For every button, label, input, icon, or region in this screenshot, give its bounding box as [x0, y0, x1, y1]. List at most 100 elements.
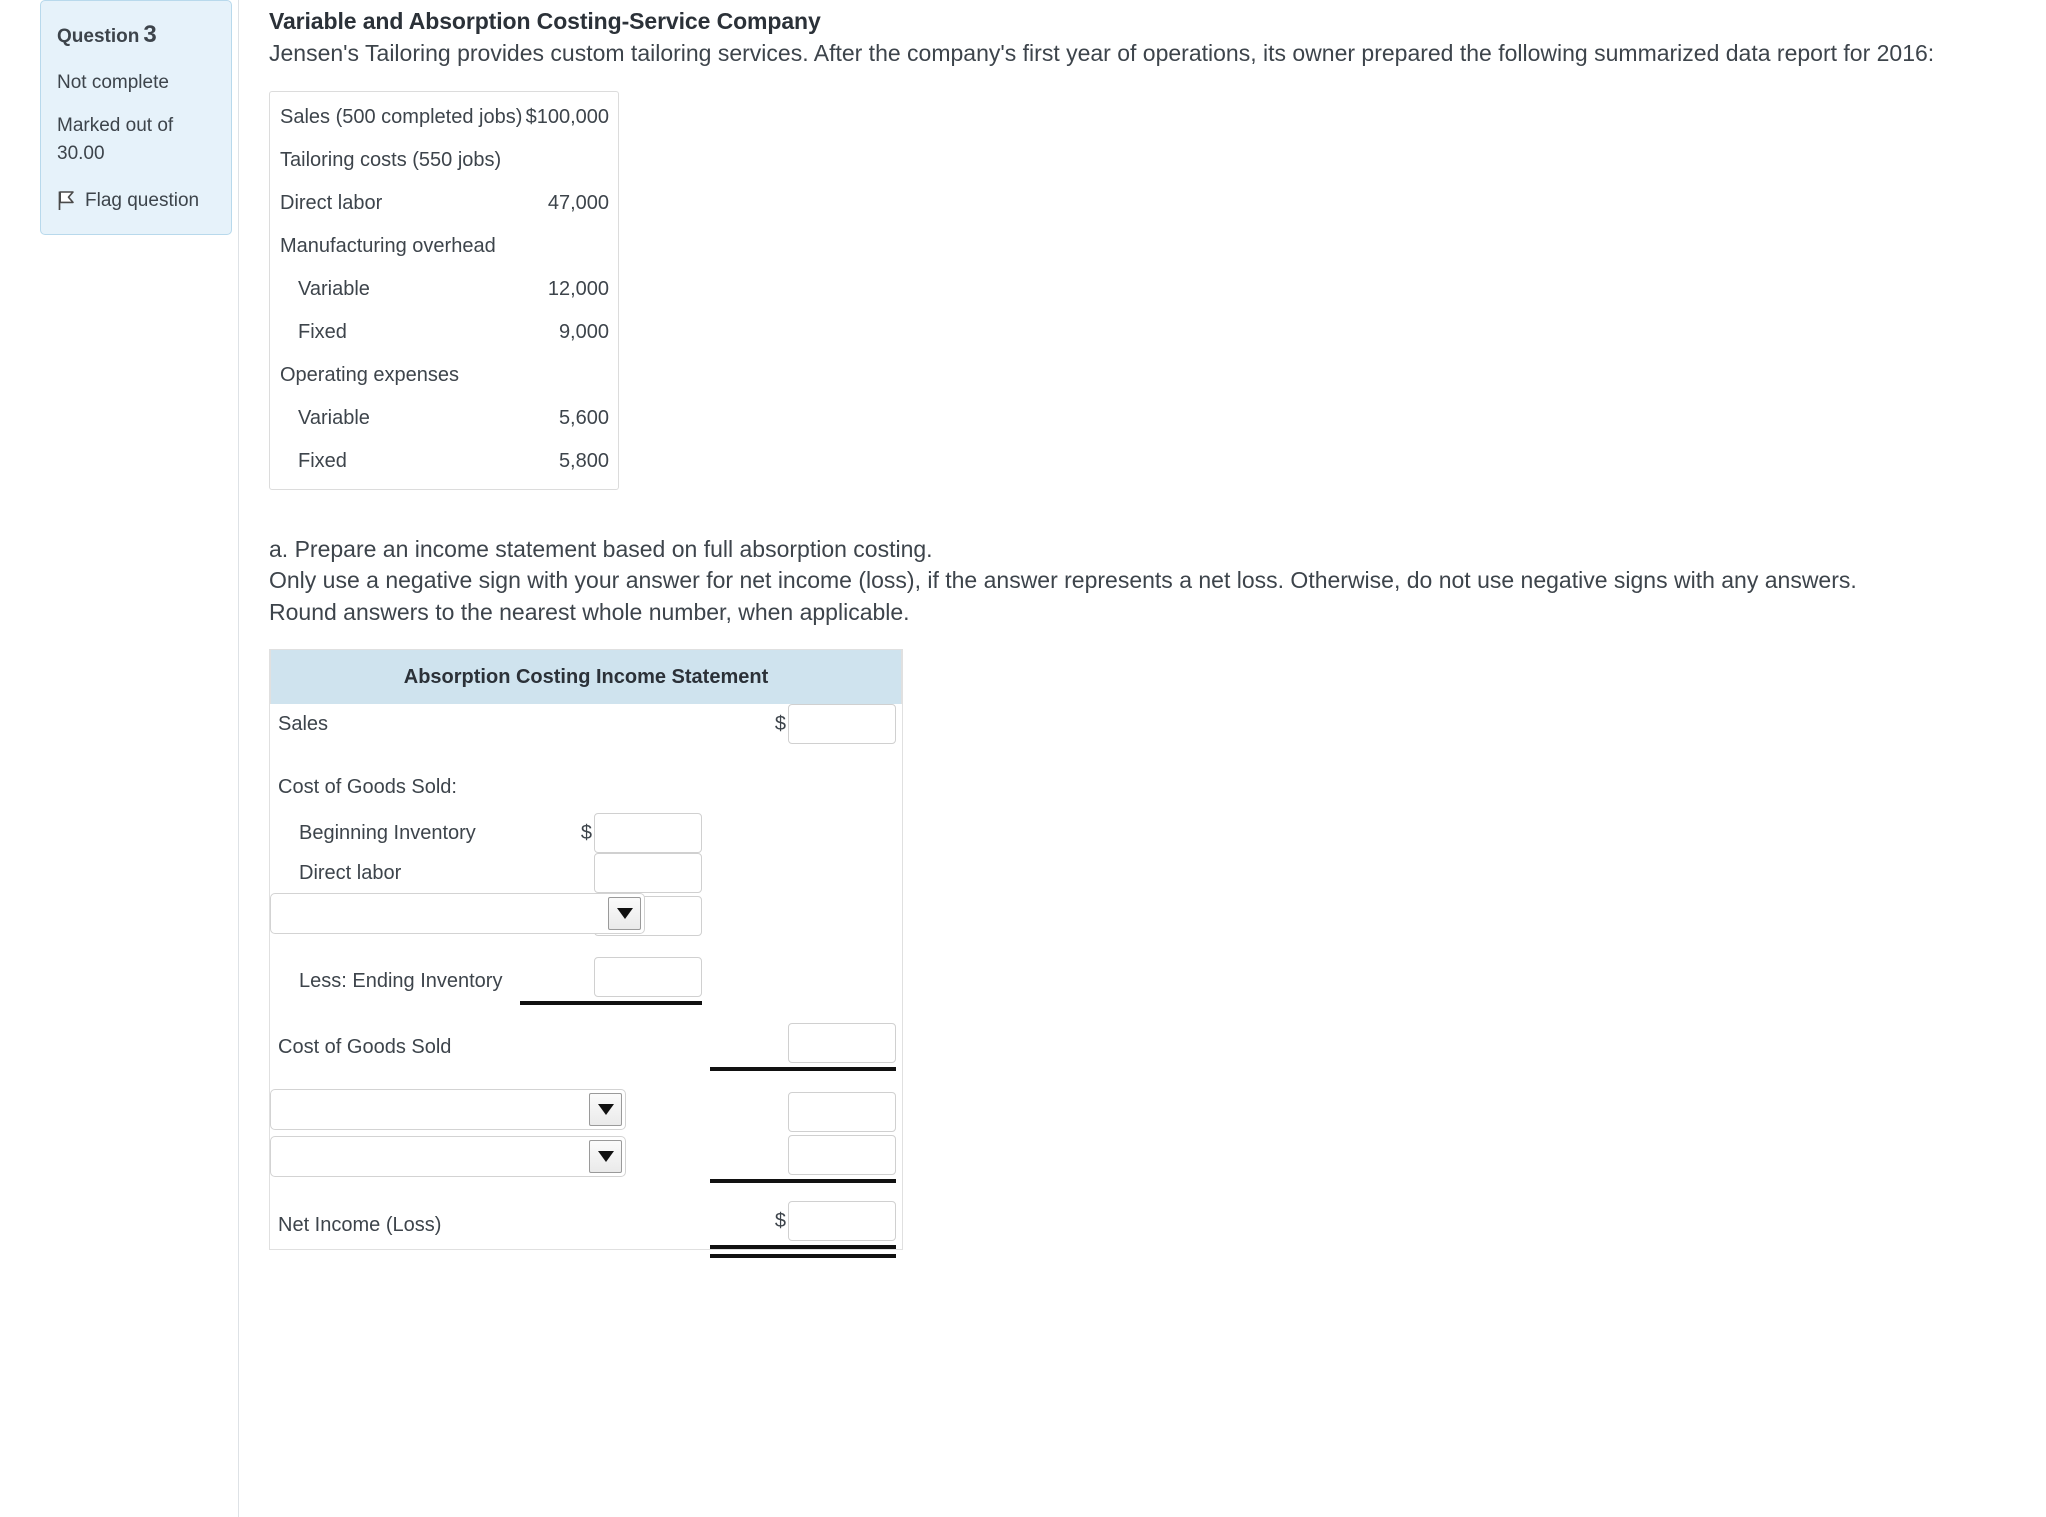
table-row: Variable 12,000 — [270, 268, 618, 311]
right-spacer-cell — [710, 853, 904, 893]
data-report-label: Fixed — [298, 320, 347, 343]
statement-row-label: Cost of Goods Sold: — [278, 776, 457, 798]
right-amount-cell — [710, 1135, 904, 1183]
flag-question-button[interactable]: Flag question — [57, 185, 215, 216]
right-answer-input[interactable] — [788, 704, 896, 744]
data-report-value — [522, 354, 618, 397]
data-report-value: 47,000 — [547, 191, 609, 214]
flag-question-label: Flag question — [85, 189, 200, 211]
statement-body: Sales $ Cost of Goods Sold: Beginning Inven… — [270, 704, 904, 1258]
part-a-instructions: a. Prepare an income statement based on … — [269, 534, 1969, 629]
table-row: Fixed 5,800 — [270, 440, 618, 483]
statement-row-label: Direct labor — [299, 861, 402, 884]
table-row: Sales (500 completed jobs) $100,000 — [270, 96, 618, 139]
right-answer-input[interactable] — [788, 1135, 896, 1175]
question-number: 3 — [143, 21, 157, 48]
line-item-dropdown[interactable] — [270, 1136, 626, 1177]
statement-row-label: Cost of Goods Sold — [278, 1035, 452, 1058]
statement-row: Sales $ — [270, 704, 904, 744]
question-marked-out-of: Marked out of 30.00 — [57, 114, 174, 165]
statement-row: Direct labor — [270, 853, 904, 893]
right-answer-input[interactable] — [788, 1201, 896, 1241]
part-a-line-3: Round answers to the nearest whole numbe… — [269, 598, 910, 625]
statement-header: Absorption Costing Income Statement — [270, 649, 902, 704]
data-report-label: Tailoring costs (550 jobs) — [280, 148, 502, 171]
mid-spacer-cell — [520, 1023, 710, 1071]
mid-answer-input[interactable] — [594, 853, 702, 893]
question-info-column: Question 3 Not complete Marked out of 30.… — [0, 0, 238, 236]
mid-amount-cell — [520, 853, 710, 893]
mid-answer-input[interactable] — [594, 813, 702, 853]
right-amount-cell: $ — [710, 1201, 904, 1258]
row-spacer-cell — [270, 939, 904, 957]
question-intro-paragraph: Jensen's Tailoring provides custom tailo… — [269, 40, 1935, 66]
mid-spacer-cell — [520, 704, 710, 744]
data-report-value — [522, 225, 618, 268]
mid-amount-cell — [520, 957, 710, 1005]
row-spacer-cell — [270, 744, 904, 762]
right-spacer-cell — [710, 957, 904, 1005]
question-title: Question 3 — [57, 15, 215, 55]
row-spacer — [270, 939, 904, 957]
right-amount-cell — [710, 1023, 904, 1071]
chevron-down-icon[interactable] — [589, 1140, 622, 1173]
question-info-box: Question 3 Not complete Marked out of 30.… — [40, 0, 232, 236]
data-report-label: Fixed — [298, 449, 347, 472]
question-label: Question — [57, 26, 140, 47]
dollar-sign: $ — [580, 822, 592, 844]
statement-select-cell — [270, 1135, 710, 1183]
statement-row — [270, 1135, 904, 1183]
line-item-dropdown[interactable] — [270, 1089, 626, 1130]
chevron-down-icon[interactable] — [589, 1093, 622, 1126]
data-report-label: Operating expenses — [280, 363, 460, 386]
summarized-data-report: Sales (500 completed jobs) $100,000 Tailor… — [269, 90, 619, 490]
right-amount-cell: $ — [710, 704, 904, 744]
chevron-down-icon[interactable] — [608, 897, 641, 930]
mid-spacer-cell — [520, 1201, 710, 1249]
data-report-label: Direct labor — [280, 191, 383, 214]
table-row: Tailoring costs (550 jobs) — [270, 139, 618, 182]
right-amount-cell — [710, 1089, 904, 1135]
statement-row: Less: Ending Inventory — [270, 957, 904, 1005]
question-status: Not complete — [57, 71, 169, 93]
data-report-value: 9,000 — [558, 320, 609, 343]
right-spacer-cell — [710, 893, 904, 939]
data-report-label: Variable — [298, 277, 370, 300]
part-a-line-1: a. Prepare an income statement based on … — [269, 535, 933, 562]
mid-answer-input[interactable] — [594, 957, 702, 997]
flag-icon — [57, 190, 76, 211]
data-report-value: 5,800 — [558, 449, 609, 472]
double-underline — [710, 1245, 896, 1258]
row-spacer — [270, 744, 904, 762]
right-spacer-cell — [710, 813, 904, 853]
question-page: Question 3 Not complete Marked out of 30.… — [0, 0, 2046, 1517]
row-spacer — [270, 1183, 904, 1201]
table-row: Manufacturing overhead — [270, 225, 618, 268]
row-spacer — [270, 1005, 904, 1023]
table-row: Direct labor 47,000 — [270, 182, 618, 225]
dollar-sign: $ — [774, 713, 786, 735]
line-item-dropdown[interactable] — [270, 893, 645, 934]
statement-row: Net Income (Loss) $ — [270, 1201, 904, 1258]
mid-amount-cell: $ — [520, 813, 710, 853]
data-report-label: Manufacturing overhead — [280, 234, 496, 257]
table-row: Fixed 9,000 — [270, 311, 618, 354]
statement-row: Cost of Goods Sold: — [270, 762, 904, 813]
row-spacer-cell — [270, 1005, 904, 1023]
chevron-glyph — [616, 908, 633, 919]
row-spacer-cell — [270, 1071, 904, 1089]
statement-row-label: Sales — [278, 712, 329, 735]
statement-select-cell — [270, 893, 645, 939]
chevron-glyph — [597, 1104, 614, 1115]
statement-row: Beginning Inventory $ — [270, 813, 904, 853]
statement-row: Cost of Goods Sold — [270, 1023, 904, 1071]
row-spacer — [270, 1071, 904, 1089]
statement-row — [270, 893, 904, 939]
statement-select-cell — [270, 1089, 710, 1135]
data-report-table: Sales (500 completed jobs) $100,000 Tailor… — [270, 96, 618, 483]
right-answer-input[interactable] — [788, 1023, 896, 1063]
statement-row-label: Net Income (Loss) — [278, 1213, 442, 1236]
data-report-value: 12,000 — [547, 277, 609, 300]
statement-row-label: Less: Ending Inventory — [299, 969, 503, 992]
right-answer-input[interactable] — [788, 1092, 896, 1132]
